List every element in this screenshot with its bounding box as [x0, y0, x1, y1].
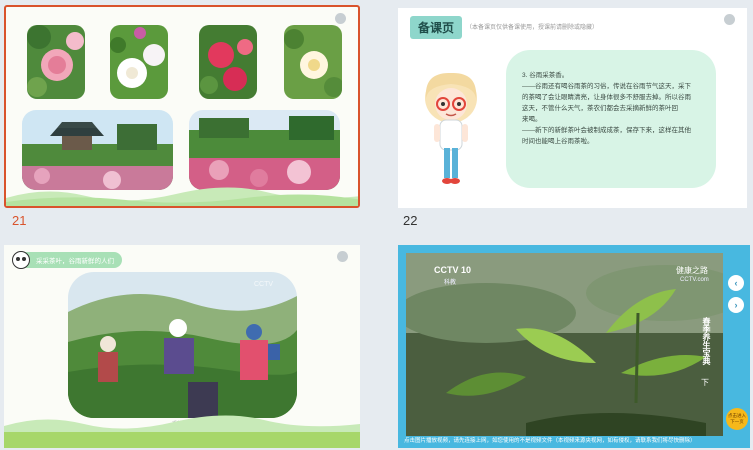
- peony-photo-1: [27, 25, 85, 99]
- logo-icon: [724, 14, 735, 25]
- hills-decoration: [4, 415, 360, 434]
- bubble-line: 这天，不管什么天气，茶农们都会去采摘新鲜的茶叶回: [522, 105, 678, 112]
- section-badge-label: 采采茶叶，谷雨新鲜的人们: [24, 252, 122, 268]
- slide-thumbnail-24[interactable]: CCTV 10 科教 健康之路 CCTV.com 春季养生宝典 下 ‹ › 点击…: [398, 245, 750, 448]
- photo-watermark: CCTV: [254, 281, 274, 288]
- section-badge: 采采茶叶，谷雨新鲜的人们: [12, 251, 122, 269]
- bubble-line: ——谷雨还有喝谷雨茶的习俗，传说在谷雨节气这天，采下: [522, 83, 691, 90]
- nav-prev-button[interactable]: ‹: [728, 275, 744, 291]
- channel-logo: CCTV 10: [434, 265, 472, 275]
- bubble-line: 时间也能喝上谷雨茶啦。: [522, 138, 594, 145]
- prep-page-title: 备课页: [410, 16, 463, 39]
- video-footer-note: 点击图片播放视频，请先连接上网，如您使用的不是视频文件（本视频来源央视网，如有侵…: [404, 438, 696, 444]
- slide-logo: [335, 13, 348, 24]
- bubble-line: 来喝。: [522, 116, 542, 123]
- prep-page-note: （本备课页仅供备课使用，授课前请删除或隐藏）: [466, 25, 599, 31]
- slide-logo: [724, 14, 737, 25]
- channel-subtitle: 科教: [444, 280, 457, 286]
- panda-icon: [12, 251, 30, 269]
- cartoon-girl-illustration: [425, 72, 477, 184]
- next-page-button[interactable]: 点击进入下一页: [726, 408, 748, 430]
- slide-thumbnail-23[interactable]: 采采茶叶，谷雨新鲜的人们 CCTV 采茶图: [4, 245, 360, 448]
- slide-number-21: 21: [12, 213, 27, 228]
- slide-logo: [337, 251, 350, 262]
- logo-icon: [337, 251, 348, 262]
- program-title: 健康之路: [676, 266, 708, 275]
- program-vertical-title: 春季养生宝典: [702, 317, 711, 365]
- slide-number-22: 22: [403, 213, 418, 228]
- nav-next-button[interactable]: ›: [728, 297, 744, 313]
- slide-thumbnail-22[interactable]: 备课页 （本备课页仅供备课使用，授课前请删除或隐藏） 3. 谷雨采茶香。 ——谷…: [398, 8, 747, 208]
- pavilion-park-photo: [22, 110, 173, 190]
- peony-photo-4: [284, 25, 342, 99]
- speech-bubble: 3. 谷雨采茶香。 ——谷雨还有喝谷雨茶的习俗，传说在谷雨节气这天，采下 的茶喝…: [506, 50, 716, 188]
- hills-decoration: [6, 187, 358, 206]
- footer-caption-strip: [4, 432, 360, 448]
- logo-icon: [335, 13, 346, 24]
- bubble-line: 的茶喝了会让眼睛清亮，让身体很多不舒服去掉。所以谷雨: [522, 94, 691, 101]
- program-site: CCTV.com: [680, 277, 709, 283]
- bubble-line: ——新下的新鲜茶叶会被制成成茶，保存下来，这样在其他: [522, 127, 691, 134]
- bubble-line: 3. 谷雨采茶香。: [522, 72, 569, 79]
- slide-thumbnail-21[interactable]: [4, 5, 360, 208]
- peony-photo-3: [199, 25, 257, 99]
- program-part: 下: [701, 378, 709, 387]
- peony-photo-2: [110, 25, 168, 99]
- tea-picking-photo: [68, 272, 297, 418]
- peony-garden-photo: [189, 110, 340, 190]
